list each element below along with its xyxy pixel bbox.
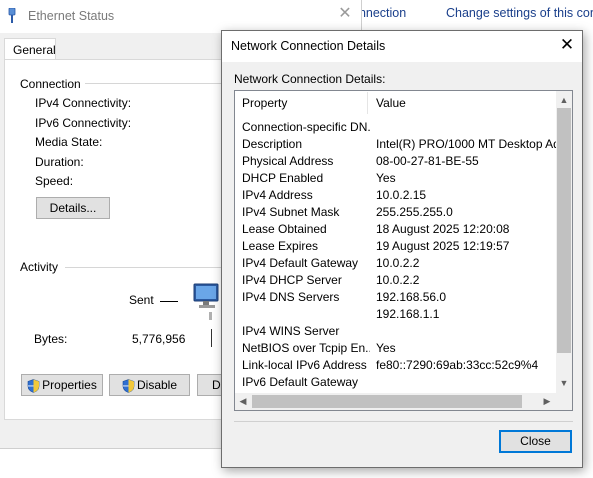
- close-icon[interactable]: ✕: [337, 6, 353, 22]
- disable-button-label: Disable: [136, 378, 178, 392]
- bytes-sent-value: 5,776,956: [132, 332, 186, 346]
- list-row[interactable]: Connection-specific DN...: [235, 119, 556, 136]
- column-separator[interactable]: [367, 92, 368, 114]
- ethernet-status-titlebar: Ethernet Status ✕: [0, 0, 361, 33]
- properties-button-label: Properties: [42, 378, 97, 392]
- row-value: Intel(R) PRO/1000 MT Desktop Adap: [376, 137, 556, 151]
- list-row[interactable]: IPv4 Address 10.0.2.15: [235, 187, 556, 204]
- scroll-right-icon[interactable]: ▶: [539, 393, 555, 409]
- network-connection-details-dialog: Network Connection Details ✕ Network Con…: [221, 30, 583, 468]
- dialog-divider: [234, 421, 573, 422]
- list-row[interactable]: DHCP Enabled Yes: [235, 170, 556, 187]
- activity-group-label: Activity: [20, 260, 63, 274]
- details-button-label: Details...: [49, 201, 97, 215]
- row-property: IPv4 DNS Servers: [242, 290, 340, 304]
- ethernet-adapter-icon: [8, 8, 16, 23]
- row-property: IPv6 Default Gateway: [242, 375, 359, 389]
- row-value: 192.168.56.0: [376, 290, 447, 304]
- list-rows: Connection-specific DN... Description Inte…: [235, 119, 556, 391]
- details-heading: Network Connection Details:: [234, 72, 386, 86]
- row-property: IPv4 Subnet Mask: [242, 205, 340, 219]
- details-button[interactable]: Details...: [36, 197, 110, 219]
- disable-button[interactable]: Disable: [109, 374, 190, 396]
- column-header-value[interactable]: Value: [376, 96, 406, 110]
- tab-general[interactable]: General: [4, 38, 56, 60]
- vertical-scroll-thumb[interactable]: [557, 108, 571, 353]
- row-property: Link-local IPv6 Address: [242, 358, 367, 372]
- list-row[interactable]: Link-local IPv6 Address fe80::7290:69ab:3…: [235, 357, 556, 374]
- window-title: Ethernet Status: [28, 9, 115, 23]
- connection-group-label: Connection: [20, 77, 85, 91]
- list-row[interactable]: IPv4 DNS Servers 192.168.56.0: [235, 289, 556, 306]
- ipv6-connectivity-label: IPv6 Connectivity:: [35, 116, 132, 130]
- list-header: Property Value: [235, 91, 556, 115]
- properties-button[interactable]: Properties: [21, 374, 103, 396]
- dialog-title: Network Connection Details: [231, 39, 386, 53]
- row-property: NetBIOS over Tcpip En...: [242, 341, 370, 355]
- details-titlebar: Network Connection Details ✕: [222, 31, 582, 62]
- list-row[interactable]: Description Intel(R) PRO/1000 MT Desktop …: [235, 136, 556, 153]
- close-button[interactable]: Close: [499, 430, 572, 453]
- list-row[interactable]: IPv6 Default Gateway: [235, 374, 556, 391]
- row-property: Description: [242, 137, 303, 151]
- row-property: IPv4 Address: [242, 188, 313, 202]
- scroll-left-icon[interactable]: ◀: [235, 393, 251, 409]
- row-value: 255.255.255.0: [376, 205, 453, 219]
- column-header-property[interactable]: Property: [242, 96, 287, 110]
- network-computers-icon: [193, 283, 219, 320]
- list-row[interactable]: IPv4 Default Gateway 10.0.2.2: [235, 255, 556, 272]
- list-row[interactable]: 192.168.1.1: [235, 306, 556, 323]
- list-row[interactable]: IPv4 Subnet Mask 255.255.255.0: [235, 204, 556, 221]
- uac-shield-icon: [122, 379, 135, 393]
- row-property: IPv4 DHCP Server: [242, 273, 342, 287]
- row-value: Yes: [376, 171, 396, 185]
- sent-dash: [160, 301, 178, 302]
- sent-label: Sent: [129, 293, 154, 307]
- speed-label: Speed:: [35, 174, 74, 188]
- scrollbar-corner: [556, 393, 572, 410]
- details-list-view[interactable]: Property Value Connection-specific DN...…: [234, 90, 573, 411]
- row-property: IPv4 Default Gateway: [242, 256, 359, 270]
- close-button-label: Close: [520, 434, 551, 448]
- row-property: Lease Obtained: [242, 222, 327, 236]
- horizontal-scrollbar[interactable]: ◀ ▶: [235, 393, 556, 410]
- row-property: DHCP Enabled: [242, 171, 324, 185]
- list-row[interactable]: IPv4 DHCP Server 10.0.2.2: [235, 272, 556, 289]
- list-row[interactable]: IPv4 WINS Server: [235, 323, 556, 340]
- list-row[interactable]: Lease Obtained 18 August 2025 12:20:08: [235, 221, 556, 238]
- list-row[interactable]: NetBIOS over Tcpip En... Yes: [235, 340, 556, 357]
- tab-general-label: General: [13, 43, 56, 57]
- row-value: 19 August 2025 12:19:57: [376, 239, 510, 253]
- row-property: IPv4 WINS Server: [242, 324, 340, 338]
- row-value: 10.0.2.2: [376, 256, 420, 270]
- row-value: 10.0.2.15: [376, 188, 427, 202]
- media-state-label: Media State:: [35, 135, 103, 149]
- scroll-down-icon[interactable]: ▼: [556, 375, 572, 391]
- row-value: 08-00-27-81-BE-55: [376, 154, 479, 168]
- horizontal-scroll-thumb[interactable]: [252, 395, 522, 408]
- row-property: Physical Address: [242, 154, 334, 168]
- row-value: fe80::7290:69ab:33cc:52c9%4: [376, 358, 539, 372]
- list-row[interactable]: Lease Expires 19 August 2025 12:19:57: [235, 238, 556, 255]
- ipv4-connectivity-label: IPv4 Connectivity:: [35, 96, 132, 110]
- row-value: 192.168.1.1: [376, 307, 440, 321]
- uac-shield-icon: [27, 379, 40, 393]
- group-divider: [65, 267, 225, 268]
- row-value: 10.0.2.2: [376, 273, 420, 287]
- row-value: 18 August 2025 12:20:08: [376, 222, 510, 236]
- list-row[interactable]: Physical Address 08-00-27-81-BE-55: [235, 153, 556, 170]
- duration-label: Duration:: [35, 155, 84, 169]
- activity-divider: [211, 329, 212, 347]
- row-value: Yes: [376, 341, 396, 355]
- close-icon[interactable]: ✕: [558, 36, 576, 54]
- scroll-up-icon[interactable]: ▲: [556, 92, 572, 108]
- row-property: Connection-specific DN...: [242, 120, 370, 134]
- vertical-scrollbar[interactable]: ▲ ▼: [556, 91, 572, 393]
- bytes-label: Bytes:: [34, 332, 68, 346]
- change-settings-link[interactable]: Change settings of this conn: [446, 6, 593, 20]
- row-property: Lease Expires: [242, 239, 319, 253]
